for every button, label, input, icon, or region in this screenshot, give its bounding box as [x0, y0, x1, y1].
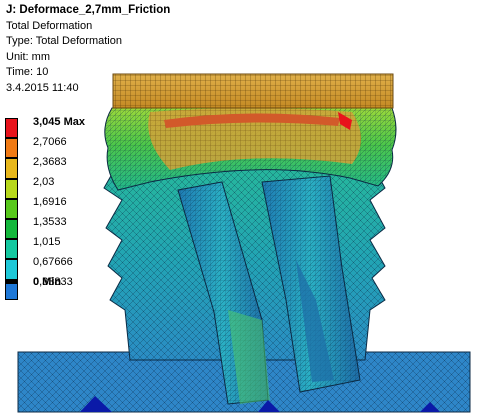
- legend-swatch-6: [5, 219, 18, 240]
- legend-swatch-3: [5, 158, 18, 179]
- legend-label-3: 2,3683: [33, 156, 67, 168]
- legend-label-min: 0 Min: [33, 276, 62, 288]
- legend-swatch-8: [5, 259, 18, 280]
- fea-model-view[interactable]: [0, 0, 478, 418]
- legend-label-max: 3,045 Max: [33, 116, 85, 128]
- legend-label-6: 1,3533: [33, 216, 67, 228]
- legend-label-5: 1,6916: [33, 196, 67, 208]
- legend-swatch-bottom: [5, 282, 18, 284]
- legend-swatch-4: [5, 178, 18, 199]
- legend-label-7: 1,015: [33, 236, 61, 248]
- legend-swatch-5: [5, 198, 18, 219]
- legend-swatch-max: [5, 118, 18, 139]
- legend-label-4: 2,03: [33, 176, 55, 188]
- legend-swatch-7: [5, 239, 18, 260]
- top-cap: [112, 73, 394, 109]
- legend-swatch-2: [5, 138, 18, 159]
- legend-label-8: 0,67666: [33, 256, 73, 268]
- legend-label-2: 2,7066: [33, 136, 67, 148]
